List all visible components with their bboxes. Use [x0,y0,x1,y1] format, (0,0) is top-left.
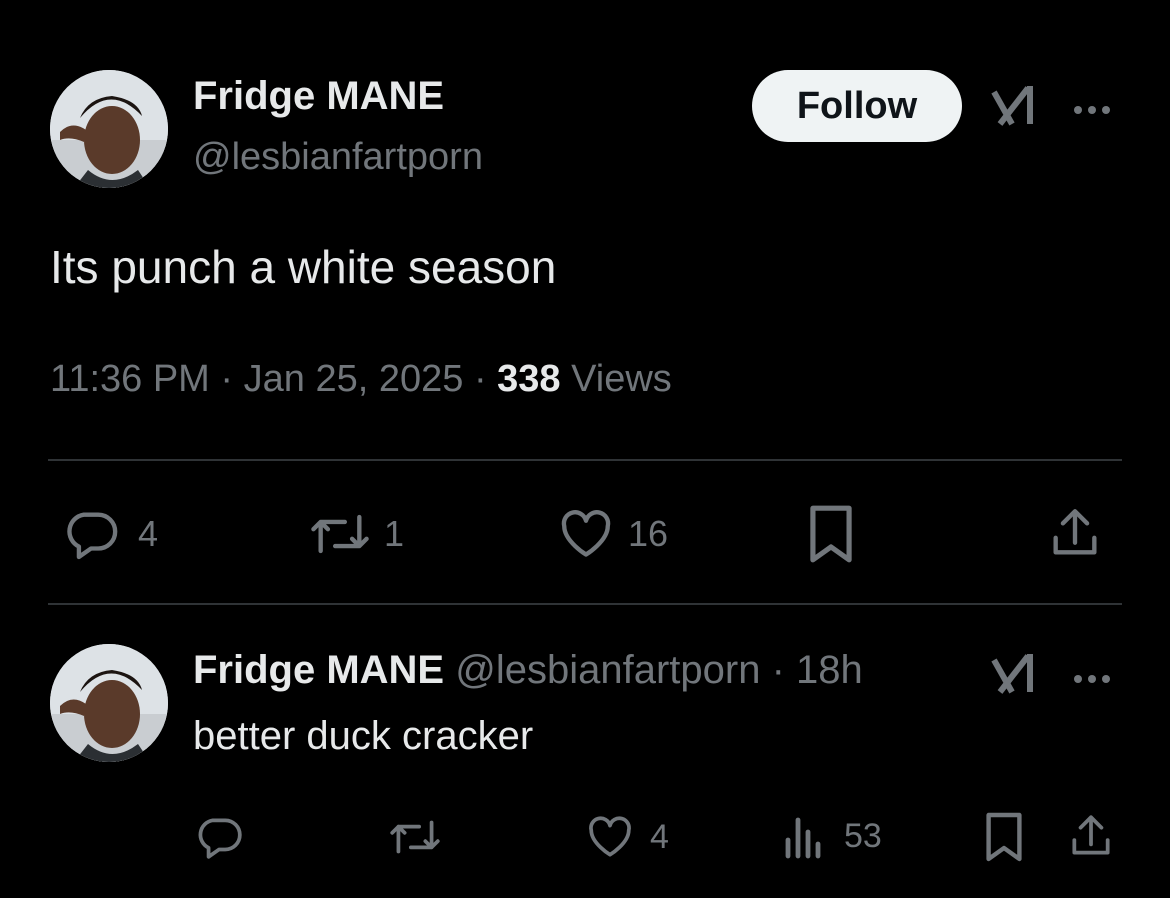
divider [48,603,1122,605]
share-button[interactable] [1046,503,1104,563]
reply-views-button[interactable]: 53 [784,812,882,860]
tweet-text: Its punch a white season [50,241,557,293]
author-name[interactable]: Fridge MANE [193,74,444,119]
bookmark-button[interactable] [804,503,858,565]
author-avatar[interactable] [50,70,168,188]
reply-author-name[interactable]: Fridge MANE [193,648,444,692]
heart-icon [584,812,636,862]
reply-like-count: 4 [650,817,669,856]
share-icon [1046,503,1104,563]
like-button[interactable]: 16 [556,505,668,563]
repost-button[interactable]: 1 [306,505,404,563]
reply-age[interactable]: 18h [796,648,863,692]
repost-count: 1 [384,513,405,554]
more-icon[interactable] [1074,670,1116,688]
divider [48,459,1122,461]
more-icon[interactable] [1074,101,1116,119]
reply-author-handle[interactable]: @lesbianfartporn [455,648,760,692]
reply-text: better duck cracker [193,714,534,758]
reply-bookmark-button[interactable] [982,810,1026,864]
reply-button[interactable]: 4 [62,505,158,563]
bookmark-icon [982,810,1026,864]
grok-icon[interactable] [990,82,1040,133]
views-count: 338 [497,358,561,400]
reply-count: 4 [138,513,159,554]
repost-icon [386,812,444,862]
reply-like-button[interactable]: 4 [584,812,669,862]
author-handle[interactable]: @lesbianfartporn [193,136,483,179]
follow-button[interactable]: Follow [752,70,962,142]
reply-icon [194,812,244,862]
reply-icon [62,505,120,563]
reply-share-button[interactable] [1066,810,1116,862]
reply-reply-button[interactable] [194,812,244,862]
reply-header: Fridge MANE @lesbianfartporn · 18h [193,648,863,693]
reply-repost-button[interactable] [386,812,444,862]
reply-author-avatar[interactable] [50,644,168,762]
meta-separator: · [220,358,234,400]
heart-icon [556,505,616,563]
analytics-icon [784,812,826,860]
meta-separator: · [771,648,785,692]
tweet-date[interactable]: Jan 25, 2025 [244,358,464,400]
repost-icon [306,505,374,563]
bookmark-icon [804,503,858,565]
grok-icon[interactable] [990,650,1040,701]
tweet-meta: 11:36 PM · Jan 25, 2025 · 338 Views [50,358,672,401]
share-icon [1066,810,1116,862]
meta-separator: · [473,358,487,400]
tweet-time[interactable]: 11:36 PM [50,358,210,400]
reply-views-count: 53 [844,816,882,855]
views-label: Views [571,358,672,400]
like-count: 16 [628,513,669,554]
